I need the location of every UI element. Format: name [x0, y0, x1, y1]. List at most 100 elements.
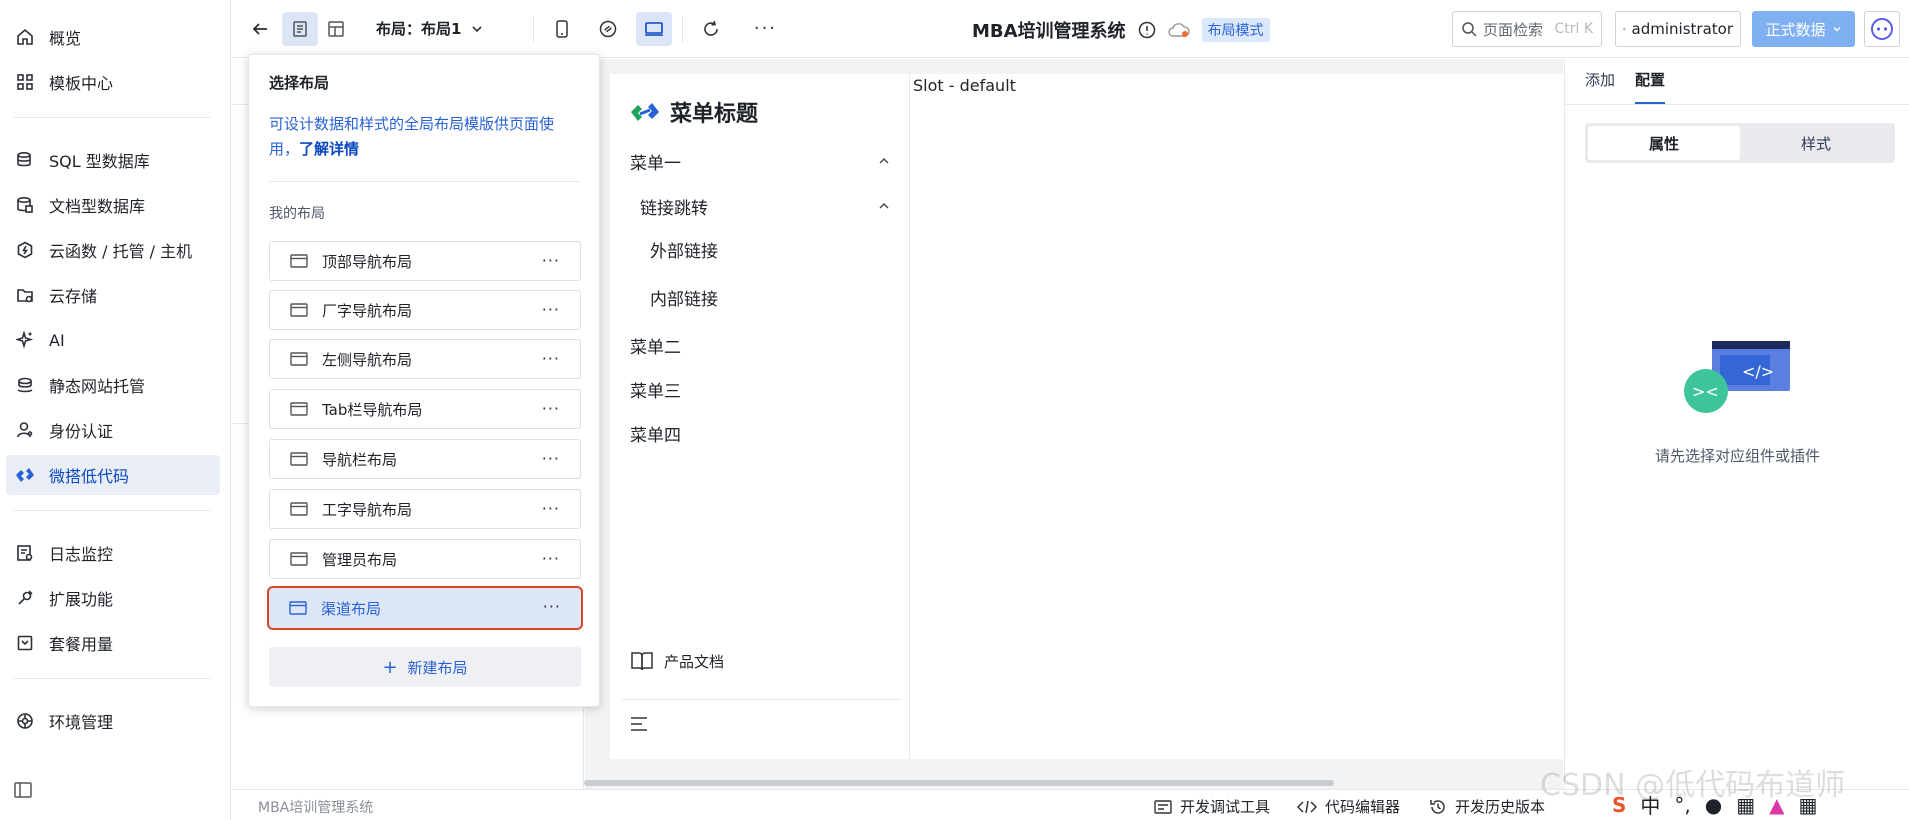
dev-history-button[interactable]: 开发历史版本	[1429, 796, 1545, 817]
slot-default[interactable]: Slot - default	[913, 76, 1016, 95]
left-nav: 概览 模板中心 SQL 型数据库 文档型数据库 云函数 / 托管 / 主机 云存…	[0, 0, 231, 820]
page-search-input[interactable]: 页面检索 Ctrl K	[1452, 11, 1602, 47]
layout-item-label: 左侧导航布局	[322, 350, 413, 369]
layout-window-icon	[290, 502, 310, 516]
menu-item[interactable]: 菜单三	[630, 377, 890, 402]
tray-app-icon: ▲	[1769, 792, 1785, 817]
new-layout-button[interactable]: + 新建布局	[269, 647, 581, 687]
more-button[interactable]: ···	[747, 12, 783, 46]
menu-item[interactable]: 外部链接	[650, 237, 890, 262]
layout-mode-badge: 布局模式	[1201, 18, 1270, 42]
pc-preview-button[interactable]	[636, 11, 673, 46]
preview-page: 菜单标题 菜单一 链接跳转 外部链接 内部链接 菜单二 菜单三 菜单四 产品文档…	[610, 74, 1563, 759]
nav-item-sql-db[interactable]: SQL 型数据库	[6, 140, 220, 180]
nav-divider	[14, 678, 210, 679]
nav-item-lowcode[interactable]: 微搭低代码	[6, 455, 220, 495]
page-view-button[interactable]	[282, 11, 318, 46]
cloud-icon	[1167, 23, 1190, 37]
nav-label: 扩展功能	[49, 590, 114, 609]
sogou-icon: S	[1612, 792, 1627, 817]
property-style-switch: 属性 样式	[1585, 123, 1895, 163]
divider	[269, 181, 581, 182]
layout-item[interactable]: 顶部导航布局 ···	[269, 241, 581, 281]
layout-item-label: 工字导航布局	[322, 500, 413, 519]
empty-state-text: 请先选择对应组件或插件	[1654, 447, 1820, 465]
learn-more-link[interactable]: 了解详情	[299, 140, 359, 158]
menu-item[interactable]: 菜单一	[630, 149, 890, 174]
layout-item[interactable]: 工字导航布局 ···	[269, 489, 581, 529]
more-icon[interactable]: ···	[542, 300, 560, 319]
user-menu[interactable]: administrator	[1615, 11, 1741, 47]
nav-item-templates[interactable]: 模板中心	[6, 62, 220, 102]
menu-item[interactable]: 链接跳转	[640, 194, 890, 219]
code-editor-button[interactable]: 代码编辑器	[1297, 796, 1400, 817]
more-icon[interactable]: ···	[542, 251, 560, 270]
layout-item[interactable]: Tab栏导航布局 ···	[269, 389, 581, 429]
nav-item-storage[interactable]: 云存储	[6, 275, 220, 315]
menu-fold-icon[interactable]	[630, 716, 648, 736]
layout-view-button[interactable]	[318, 12, 354, 46]
miniprogram-preview-button[interactable]	[590, 12, 626, 46]
more-icon[interactable]: ···	[542, 549, 560, 568]
nav-item-overview[interactable]: 概览	[6, 17, 220, 57]
layout-item-label: 管理员布局	[322, 550, 398, 569]
more-icon[interactable]: ···	[543, 597, 561, 616]
nav-item-environment[interactable]: 环境管理	[6, 701, 220, 741]
more-icon[interactable]: ···	[542, 499, 560, 518]
layout-item[interactable]: 厂字导航布局 ···	[269, 290, 581, 330]
menu-item[interactable]: 菜单二	[630, 333, 890, 358]
tab-add[interactable]: 添加	[1585, 69, 1615, 104]
svg-text:><: ><	[1692, 382, 1719, 401]
nav-label: 静态网站托管	[49, 377, 146, 396]
refresh-button[interactable]	[693, 12, 729, 46]
layout-item[interactable]: 管理员布局 ···	[269, 539, 581, 579]
more-icon[interactable]: ···	[542, 349, 560, 368]
miniprogram-icon	[600, 20, 617, 37]
nav-label: 环境管理	[49, 713, 114, 732]
segment-properties[interactable]: 属性	[1588, 126, 1740, 160]
nav-item-logs[interactable]: 日志监控	[6, 533, 220, 573]
nav-item-cloud-function[interactable]: 云函数 / 托管 / 主机	[6, 230, 220, 270]
layout-item[interactable]: 左侧导航布局 ···	[269, 339, 581, 379]
nav-item-doc-db[interactable]: 文档型数据库	[6, 185, 220, 225]
layout-item-label[interactable]: 渠道布局	[321, 598, 381, 619]
dev-tools-button[interactable]: 开发调试工具	[1154, 796, 1270, 817]
back-button[interactable]	[242, 12, 278, 46]
nav-item-static-hosting[interactable]: 静态网站托管	[6, 365, 220, 405]
horizontal-scrollbar[interactable]	[584, 780, 1334, 786]
package-icon	[15, 633, 35, 653]
chevron-down-icon	[472, 25, 483, 32]
layout-window-icon	[290, 402, 310, 416]
tab-config[interactable]: 配置	[1635, 69, 1666, 104]
app-name-label: MBA培训管理系统	[258, 800, 374, 816]
environment-icon	[15, 711, 35, 731]
data-source-button[interactable]: 正式数据	[1752, 11, 1855, 47]
new-layout-label: 新建布局	[407, 658, 468, 677]
menu-item[interactable]: 内部链接	[650, 285, 890, 310]
layout-selector[interactable]: 布局：布局1	[376, 18, 483, 39]
menu-item-label: 菜单三	[630, 382, 681, 402]
more-icon[interactable]: ···	[542, 399, 560, 418]
document-database-icon	[15, 195, 35, 215]
svg-text:</>: </>	[1742, 362, 1774, 381]
assistant-button[interactable]	[1864, 11, 1900, 47]
menu-item[interactable]: 菜单四	[630, 421, 890, 446]
more-icon[interactable]: ···	[542, 449, 560, 468]
popover-description: 可设计数据和样式的全局布局模版供页面使用，了解详情	[269, 112, 581, 162]
info-icon[interactable]	[1138, 21, 1156, 39]
layout-window-icon	[290, 552, 310, 566]
nav-item-extensions[interactable]: 扩展功能	[6, 578, 220, 618]
nav-item-auth[interactable]: 身份认证	[6, 410, 220, 450]
product-docs-link[interactable]: 产品文档	[630, 650, 724, 672]
system-title-group: MBA培训管理系统 布局模式	[972, 17, 1270, 43]
collapse-sidebar-icon[interactable]	[14, 782, 32, 802]
empty-state-illustration: </> ><	[1682, 339, 1792, 433]
nav-label: 文档型数据库	[49, 197, 146, 216]
nav-item-ai[interactable]: AI	[6, 320, 220, 360]
segment-style[interactable]: 样式	[1740, 126, 1892, 160]
layout-item[interactable]: 导航栏布局 ···	[269, 439, 581, 479]
nav-item-package[interactable]: 套餐用量	[6, 623, 220, 663]
mobile-preview-button[interactable]	[544, 12, 580, 46]
sparkle-icon	[15, 330, 35, 350]
layout-item-selected[interactable]: 渠道布局 ···	[267, 586, 583, 630]
